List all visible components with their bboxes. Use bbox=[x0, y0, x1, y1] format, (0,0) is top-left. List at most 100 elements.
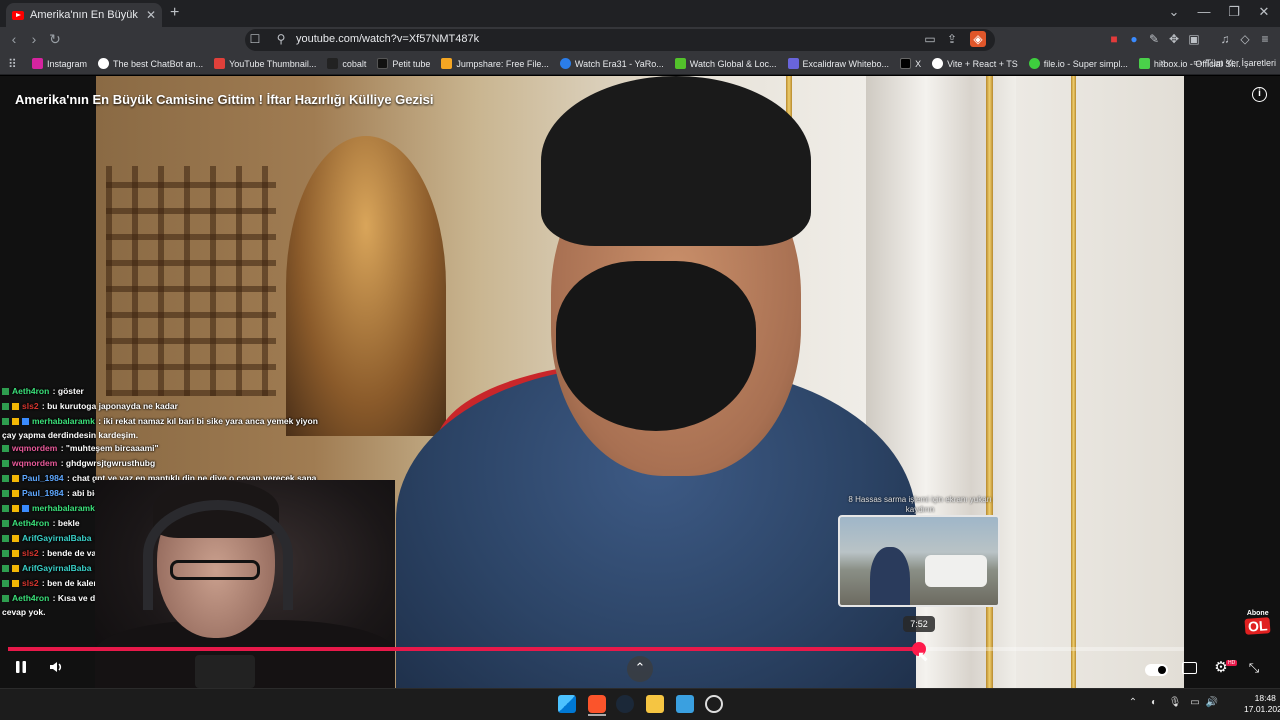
minimize-button[interactable]: — bbox=[1194, 4, 1214, 19]
bookmark-page-icon[interactable]: ☐ bbox=[247, 31, 263, 47]
tray-overflow-icon[interactable]: ⌃ bbox=[1126, 697, 1140, 708]
chevron-up-icon[interactable]: ⌃ bbox=[627, 656, 653, 682]
chat-username: sls2 bbox=[22, 548, 39, 558]
jumpshare-icon bbox=[441, 58, 453, 69]
chat-line: wqmordem : ghdgwrsjtgwrusthubg bbox=[2, 456, 302, 471]
tray-app-icon[interactable]: ◐ bbox=[1147, 697, 1161, 708]
music-icon[interactable]: ♫ bbox=[1217, 31, 1233, 47]
wooden-lattice-panel bbox=[106, 166, 276, 396]
extension-icon[interactable]: ● bbox=[1126, 31, 1142, 47]
bookmark-x[interactable]: X bbox=[900, 58, 921, 69]
tab-strip: Amerika'nın En Büyük Camisi ✕ + — ❐ ✕ ⌄ bbox=[0, 0, 1280, 27]
bookmark-petit-tube[interactable]: Petit tube bbox=[377, 58, 430, 69]
person-cap bbox=[541, 76, 811, 246]
forward-icon[interactable]: › bbox=[25, 31, 43, 47]
bookmark-cobalt[interactable]: cobalt bbox=[327, 58, 366, 69]
era31-icon bbox=[559, 58, 571, 69]
exit-fullscreen-icon[interactable]: ⤡ bbox=[1246, 660, 1262, 676]
preview-car bbox=[925, 555, 987, 587]
site-info-icon[interactable]: ⚲ bbox=[273, 31, 289, 47]
info-icon[interactable]: i bbox=[1252, 87, 1267, 102]
chat-message: ghdgwrsjtgwrusthubg bbox=[65, 458, 156, 468]
chatbot-icon bbox=[98, 58, 110, 69]
chat-badge-icon bbox=[12, 535, 19, 543]
mouse-cursor-icon: ⬉ bbox=[917, 648, 929, 664]
bookmark-youtube-thumbnail[interactable]: YouTube Thumbnail... bbox=[214, 58, 316, 69]
vpn-shield-icon[interactable]: ◇ bbox=[1237, 31, 1253, 47]
sidebar-icon[interactable]: ▣ bbox=[1186, 31, 1202, 47]
seek-preview-time: 7:52 bbox=[903, 616, 935, 632]
chat-message: iki rekat namaz kıl bari bi sike yara an… bbox=[103, 416, 318, 426]
pause-icon bbox=[16, 661, 26, 673]
extension-badge-icon[interactable]: ■ bbox=[1106, 31, 1122, 47]
bookmark-excalidraw[interactable]: Excalidraw Whitebo... bbox=[787, 58, 889, 69]
chat-separator: : bbox=[39, 578, 48, 588]
new-tab-button[interactable]: + bbox=[170, 4, 179, 22]
bookmark-file-io[interactable]: file.io - Super simpl... bbox=[1028, 58, 1128, 69]
autoplay-toggle[interactable] bbox=[1145, 664, 1168, 676]
progress-fill bbox=[8, 647, 920, 651]
chat-separator: : bbox=[39, 548, 48, 558]
chat-username: Aeth4ron bbox=[12, 518, 50, 528]
url-text[interactable]: youtube.com/watch?v=Xf57NMT487k bbox=[296, 33, 479, 45]
all-bookmarks-folder[interactable]: ▭ Tüm Yer İşaretleri bbox=[1193, 57, 1276, 68]
windows-start-icon[interactable] bbox=[558, 695, 576, 713]
brave-browser-icon[interactable] bbox=[588, 695, 606, 713]
back-icon[interactable]: ‹ bbox=[5, 31, 23, 47]
chat-badge-icon bbox=[2, 490, 9, 498]
chat-username: sls2 bbox=[22, 401, 39, 411]
speaker-icon[interactable]: 🔊 bbox=[1205, 697, 1219, 708]
share-icon[interactable]: ⇪ bbox=[944, 31, 960, 47]
extensions-icon[interactable]: ⌄ bbox=[1164, 4, 1184, 20]
bookmark-vite[interactable]: Vite + React + TS bbox=[932, 58, 1018, 69]
chat-username: Aeth4ron bbox=[12, 386, 50, 396]
close-window-button[interactable]: ✕ bbox=[1254, 4, 1274, 20]
microphone-icon[interactable]: 🎙 bbox=[1168, 697, 1182, 708]
bookmarks-bar: ⠿ Instagram The best ChatBot an... YouTu… bbox=[0, 53, 1280, 75]
file-explorer-icon[interactable] bbox=[646, 695, 664, 713]
globe-icon bbox=[932, 58, 944, 69]
chat-separator: : bbox=[50, 386, 58, 396]
brave-shields-icon[interactable]: ◈ bbox=[970, 31, 986, 47]
video-player[interactable]: Amerika'nın En Büyük Camisine Gittim ! İ… bbox=[0, 76, 1280, 688]
chat-username: sls2 bbox=[22, 578, 39, 588]
subscribe-top-text: Abone bbox=[1246, 610, 1269, 617]
cast-icon[interactable]: ▭ bbox=[922, 31, 938, 47]
browser-tab[interactable]: Amerika'nın En Büyük Camisi ✕ bbox=[6, 3, 162, 27]
volume-button[interactable] bbox=[48, 659, 64, 675]
puzzle-icon[interactable]: ✥ bbox=[1166, 31, 1182, 47]
chat-badge-icon bbox=[12, 490, 19, 498]
extension-pen-icon[interactable]: ✎ bbox=[1146, 31, 1162, 47]
reload-icon[interactable]: ↻ bbox=[46, 31, 64, 48]
chat-separator: : bbox=[50, 593, 58, 603]
video-title[interactable]: Amerika'nın En Büyük Camisine Gittim ! İ… bbox=[15, 92, 433, 107]
pause-button[interactable] bbox=[13, 659, 29, 675]
chat-badge-icon bbox=[12, 475, 19, 483]
clock[interactable]: 18:48 17.01.2026 bbox=[1244, 693, 1280, 715]
bookmark-instagram[interactable]: Instagram bbox=[32, 58, 87, 69]
bookmark-era31[interactable]: Watch Era31 - YaRo... bbox=[559, 58, 664, 69]
menu-icon[interactable]: ≡ bbox=[1257, 31, 1273, 47]
chat-username: ArifGayirnalBaba bbox=[22, 533, 92, 543]
photos-icon[interactable] bbox=[676, 695, 694, 713]
bookmark-chatbot[interactable]: The best ChatBot an... bbox=[98, 58, 203, 69]
steam-icon[interactable] bbox=[616, 695, 634, 713]
subtitles-icon[interactable] bbox=[1182, 662, 1197, 674]
chat-badge-icon bbox=[12, 550, 19, 558]
chat-line: merhabalaramk : iki rekat namaz kıl bari… bbox=[2, 414, 318, 429]
restore-button[interactable]: ❐ bbox=[1224, 4, 1244, 20]
tab-close-icon[interactable]: ✕ bbox=[146, 8, 156, 22]
hd-badge: HD bbox=[1226, 660, 1238, 666]
bookmark-jumpshare[interactable]: Jumpshare: Free File... bbox=[441, 58, 549, 69]
apps-grid-icon[interactable]: ⠿ bbox=[8, 57, 22, 71]
subscribe-watermark: Abone OL bbox=[1244, 610, 1271, 635]
microphone bbox=[195, 655, 255, 688]
more-bookmarks-icon[interactable]: » bbox=[1160, 57, 1166, 69]
chat-separator: : bbox=[58, 458, 66, 468]
obs-icon[interactable] bbox=[705, 695, 723, 713]
chat-message: göster bbox=[57, 386, 84, 396]
chat-line-continuation: çay yapma derdindesin kardeşim. bbox=[2, 430, 139, 440]
chat-username: merhabalaramk bbox=[32, 416, 95, 426]
network-icon[interactable]: ▭ bbox=[1188, 697, 1202, 708]
bookmark-watch-global[interactable]: Watch Global & Loc... bbox=[674, 58, 777, 69]
